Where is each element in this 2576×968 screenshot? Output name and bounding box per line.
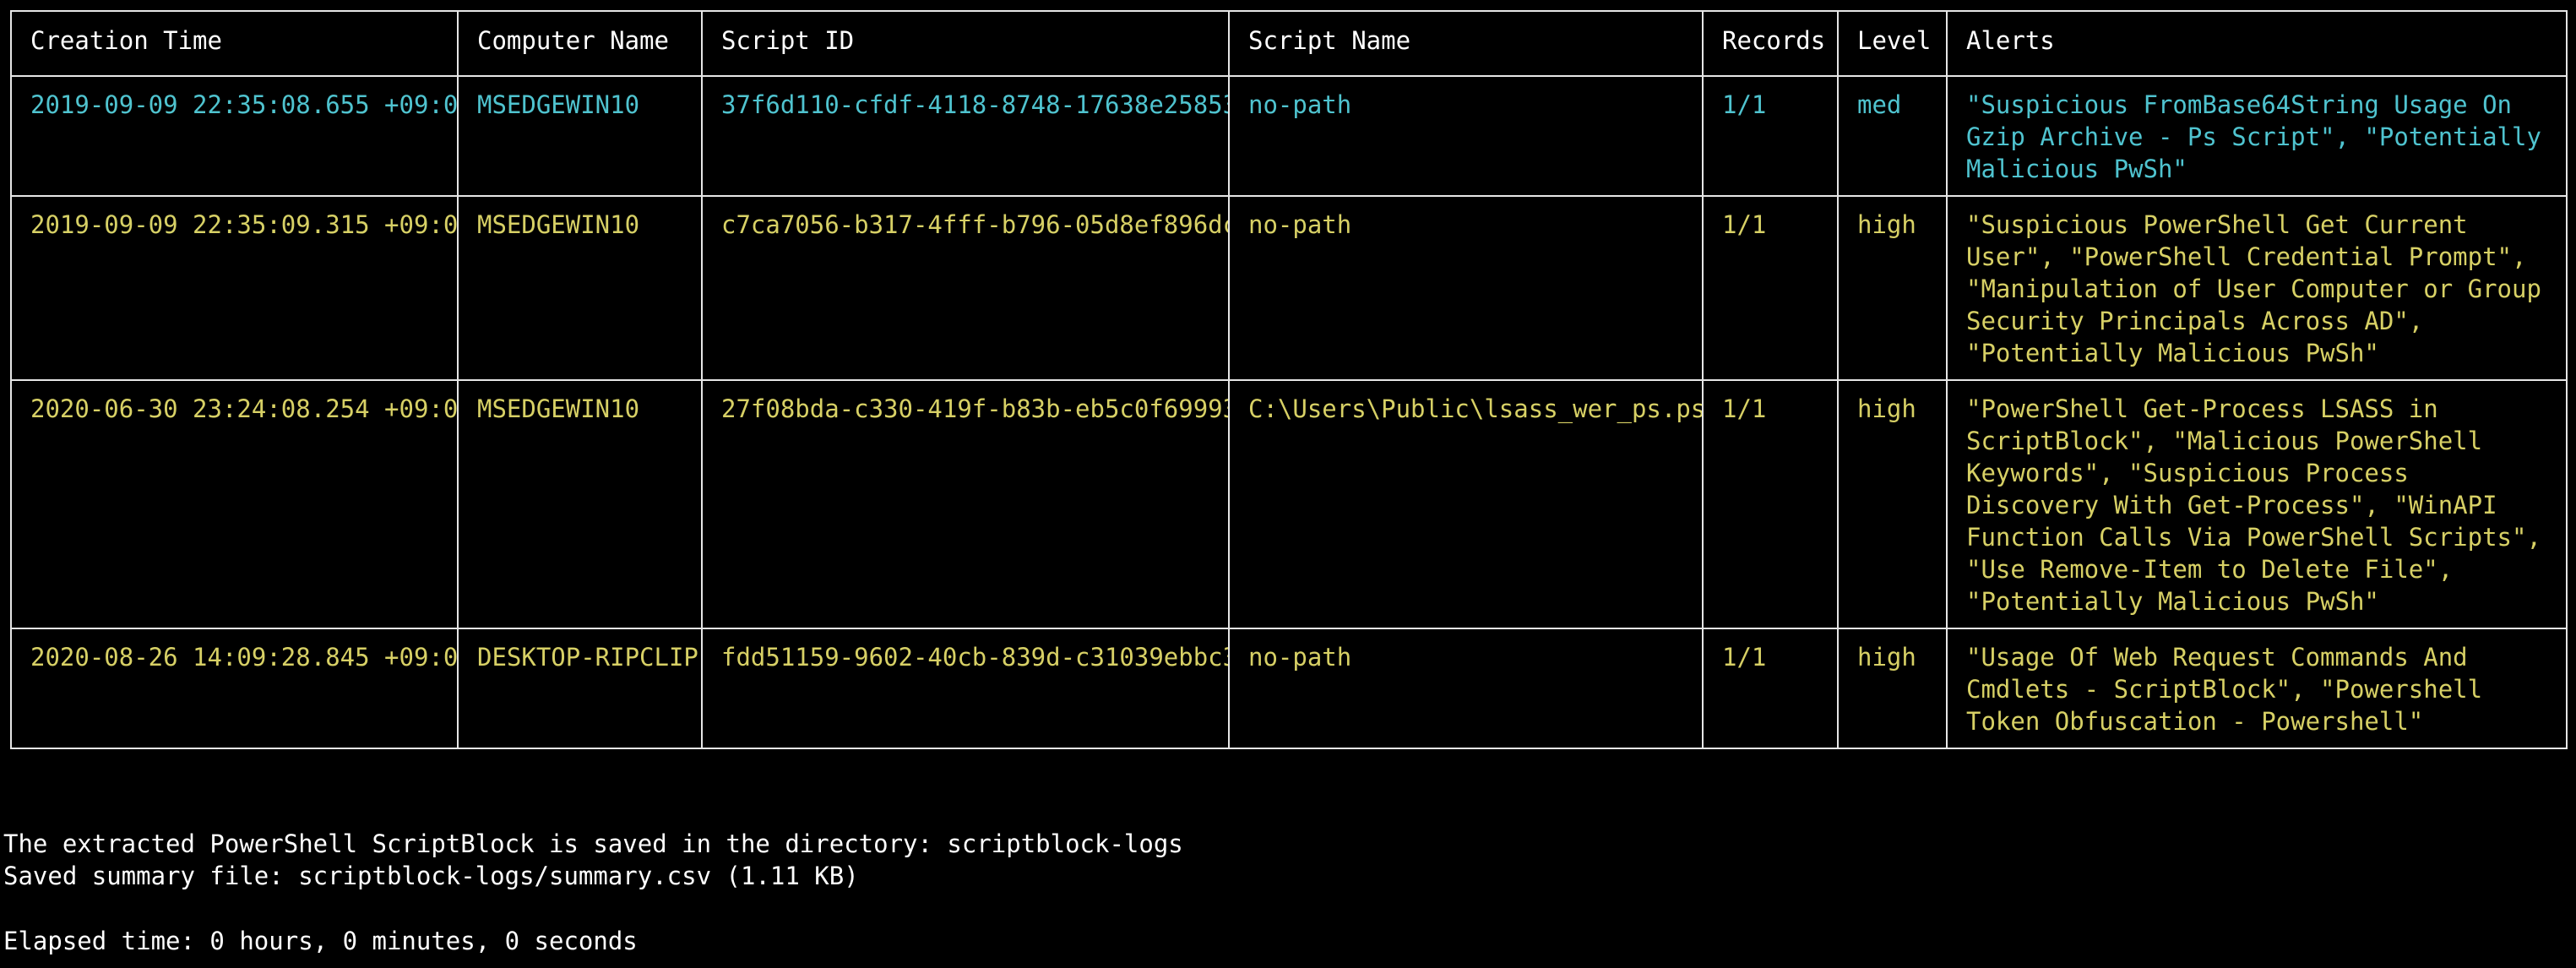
table-row: 2020-08-26 14:09:28.845 +09:00 DESKTOP-R… — [10, 628, 2568, 749]
elapsed-time-message: Elapsed time: 0 hours, 0 minutes, 0 seco… — [3, 927, 638, 955]
header-script-id: Script ID — [701, 10, 1230, 77]
cell-creation-time: 2019-09-09 22:35:09.315 +09:00 — [10, 195, 459, 381]
cell-script-name: no-path — [1228, 195, 1704, 381]
header-computer-name: Computer Name — [457, 10, 703, 77]
cell-script-id: 37f6d110-cfdf-4118-8748-17638e258531 — [701, 75, 1230, 197]
cell-level: high — [1837, 379, 1948, 629]
cell-script-id: 27f08bda-c330-419f-b83b-eb5c0f699930 — [701, 379, 1230, 629]
cell-computer-name: DESKTOP-RIPCLIP — [457, 628, 703, 749]
terminal-window: Creation Time Computer Name Script ID Sc… — [0, 0, 2576, 968]
cell-level: high — [1837, 195, 1948, 381]
cell-script-name: no-path — [1228, 628, 1704, 749]
cell-creation-time: 2020-06-30 23:24:08.254 +09:00 — [10, 379, 459, 629]
cell-script-id: fdd51159-9602-40cb-839d-c31039ebbc3a — [701, 628, 1230, 749]
cell-records: 1/1 — [1702, 379, 1839, 629]
cell-alerts: "Usage Of Web Request Commands And Cmdle… — [1946, 628, 2568, 749]
cell-creation-time: 2020-08-26 14:09:28.845 +09:00 — [10, 628, 459, 749]
scriptblock-results-table: Creation Time Computer Name Script ID Sc… — [10, 10, 2568, 749]
cell-alerts: "Suspicious PowerShell Get Current User"… — [1946, 195, 2568, 381]
header-script-name: Script Name — [1228, 10, 1704, 77]
cell-computer-name: MSEDGEWIN10 — [457, 379, 703, 629]
header-alerts: Alerts — [1946, 10, 2568, 77]
saved-summary-message: Saved summary file: scriptblock-logs/sum… — [3, 862, 859, 890]
cell-records: 1/1 — [1702, 195, 1839, 381]
cell-creation-time: 2019-09-09 22:35:08.655 +09:00 — [10, 75, 459, 197]
header-creation-time: Creation Time — [10, 10, 459, 77]
table-header-row: Creation Time Computer Name Script ID Sc… — [10, 10, 2568, 77]
cell-records: 1/1 — [1702, 75, 1839, 197]
cell-records: 1/1 — [1702, 628, 1839, 749]
table-row: 2020-06-30 23:24:08.254 +09:00 MSEDGEWIN… — [10, 379, 2568, 629]
table-row: 2019-09-09 22:35:08.655 +09:00 MSEDGEWIN… — [10, 75, 2568, 197]
cell-script-name: no-path — [1228, 75, 1704, 197]
header-records: Records — [1702, 10, 1839, 77]
cell-level: high — [1837, 628, 1948, 749]
cell-alerts: "PowerShell Get-Process LSASS in ScriptB… — [1946, 379, 2568, 629]
cell-alerts: "Suspicious FromBase64String Usage On Gz… — [1946, 75, 2568, 197]
cell-computer-name: MSEDGEWIN10 — [457, 195, 703, 381]
cell-script-name: C:\Users\Public\lsass_wer_ps.ps1 — [1228, 379, 1704, 629]
table-row: 2019-09-09 22:35:09.315 +09:00 MSEDGEWIN… — [10, 195, 2568, 381]
header-level: Level — [1837, 10, 1948, 77]
saved-directory-message: The extracted PowerShell ScriptBlock is … — [3, 829, 1183, 858]
cell-computer-name: MSEDGEWIN10 — [457, 75, 703, 197]
cell-script-id: c7ca7056-b317-4fff-b796-05d8ef896dcd — [701, 195, 1230, 381]
cell-level: med — [1837, 75, 1948, 197]
